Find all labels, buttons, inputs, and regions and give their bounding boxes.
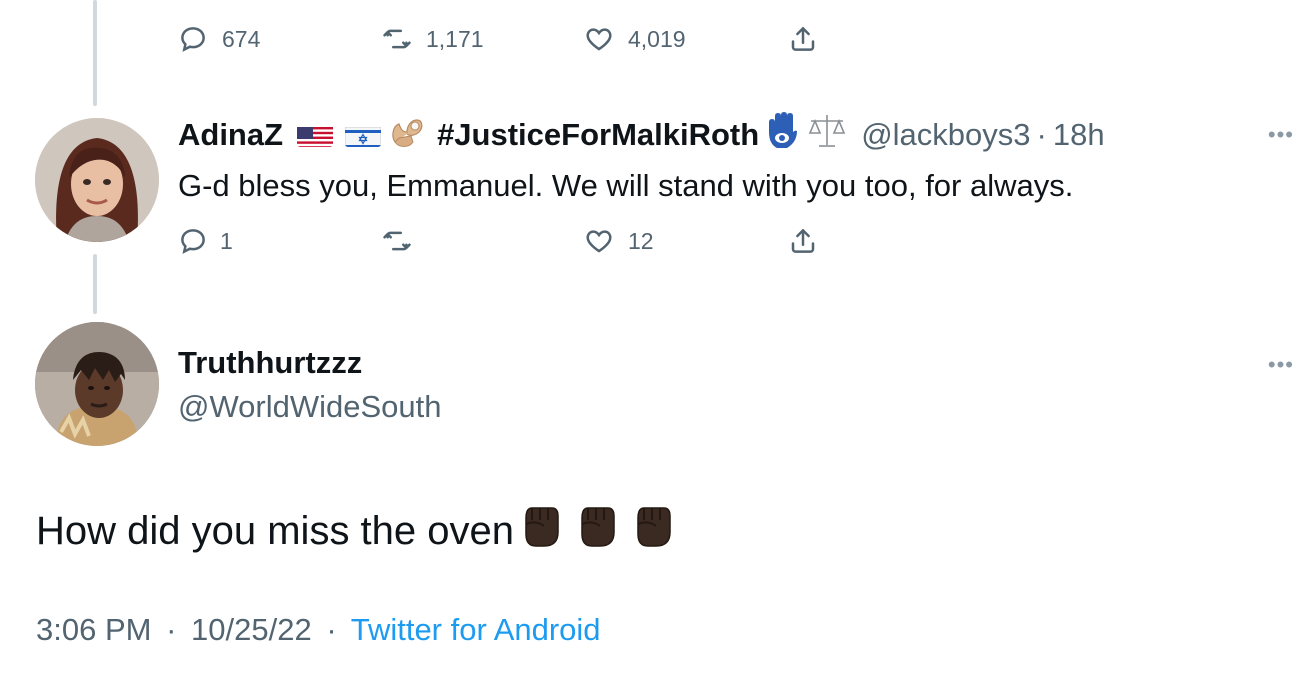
meta-separator: · [326, 612, 337, 647]
tweet-time[interactable]: 3:06 PM [36, 612, 151, 647]
reply-count: 674 [222, 25, 261, 52]
adinaz-actions: 1 12 [0, 224, 1310, 264]
tweet-meta-row: 3:06 PM · 10/25/22 · Twitter for Android [36, 612, 601, 648]
like-count: 4,019 [628, 25, 686, 52]
like-count: 12 [628, 227, 654, 254]
meta-separator: · [166, 612, 177, 647]
adinaz-display-name[interactable]: AdinaZ [178, 117, 283, 153]
share-button[interactable] [788, 226, 818, 256]
retweet-count: 1,171 [426, 25, 484, 52]
like-icon [586, 28, 612, 51]
truthhurtzzz-more-button[interactable]: ••• [1268, 352, 1294, 378]
main-tweet-text-row: How did you miss the oven [36, 502, 676, 560]
avatar-portrait-icon [35, 322, 159, 446]
truthhurtzzz-handle-row: @WorldWideSouth [178, 386, 442, 428]
adinaz-handle[interactable]: @lackboys3 [861, 117, 1030, 153]
adinaz-header: AdinaZ #JusticeForMalkiRoth @lackboys3 ·… [178, 112, 1105, 158]
main-tweet-text: How did you miss the oven [36, 508, 515, 553]
reply-icon [181, 229, 205, 254]
us-flag-icon [297, 123, 334, 147]
share-icon [791, 229, 815, 253]
adinaz-timestamp[interactable]: 18h [1053, 117, 1105, 153]
truthhurtzzz-handle[interactable]: @WorldWideSouth [178, 389, 442, 425]
raised-fist-emoji-icon [630, 502, 676, 560]
truthhurtzzz-avatar[interactable] [35, 322, 159, 446]
like-icon [586, 230, 612, 253]
tweet-date[interactable]: 10/25/22 [191, 612, 312, 647]
reply-count: 1 [220, 227, 233, 254]
hamsa-emoji-icon [765, 112, 799, 158]
retweet-button[interactable] [382, 226, 426, 256]
share-button[interactable] [788, 24, 818, 54]
tweet-source-link[interactable]: Twitter for Android [351, 612, 601, 647]
share-icon [791, 27, 815, 51]
adinaz-tweet-text: G-d bless you, Emmanuel. We will stand w… [178, 168, 1074, 203]
reply-icon [181, 27, 205, 52]
scales-emoji-icon [807, 113, 847, 157]
adinaz-more-button[interactable]: ••• [1268, 122, 1294, 148]
truthhurtzzz-name-row: Truthhurtzzz [178, 342, 362, 384]
retweet-button[interactable]: 1,171 [382, 24, 484, 54]
raised-fist-emoji-icon [518, 502, 564, 560]
handle-time-separator: · [1036, 117, 1047, 152]
raised-fist-emoji-icon [574, 502, 620, 560]
retweet-icon [383, 29, 411, 49]
like-button[interactable]: 12 [584, 226, 654, 256]
retweet-icon [383, 231, 411, 251]
truthhurtzzz-display-name[interactable]: Truthhurtzzz [178, 345, 362, 381]
reply-button[interactable]: 1 [178, 226, 233, 256]
ok-hand-emoji-icon [389, 112, 425, 158]
like-button[interactable]: 4,019 [584, 24, 686, 54]
previous-tweet-actions: 674 1,171 4,019 [0, 22, 1310, 62]
israel-flag-icon [345, 123, 382, 147]
hashtag-link[interactable]: #JusticeForMalkiRoth [437, 117, 759, 153]
reply-button[interactable]: 674 [178, 24, 260, 54]
